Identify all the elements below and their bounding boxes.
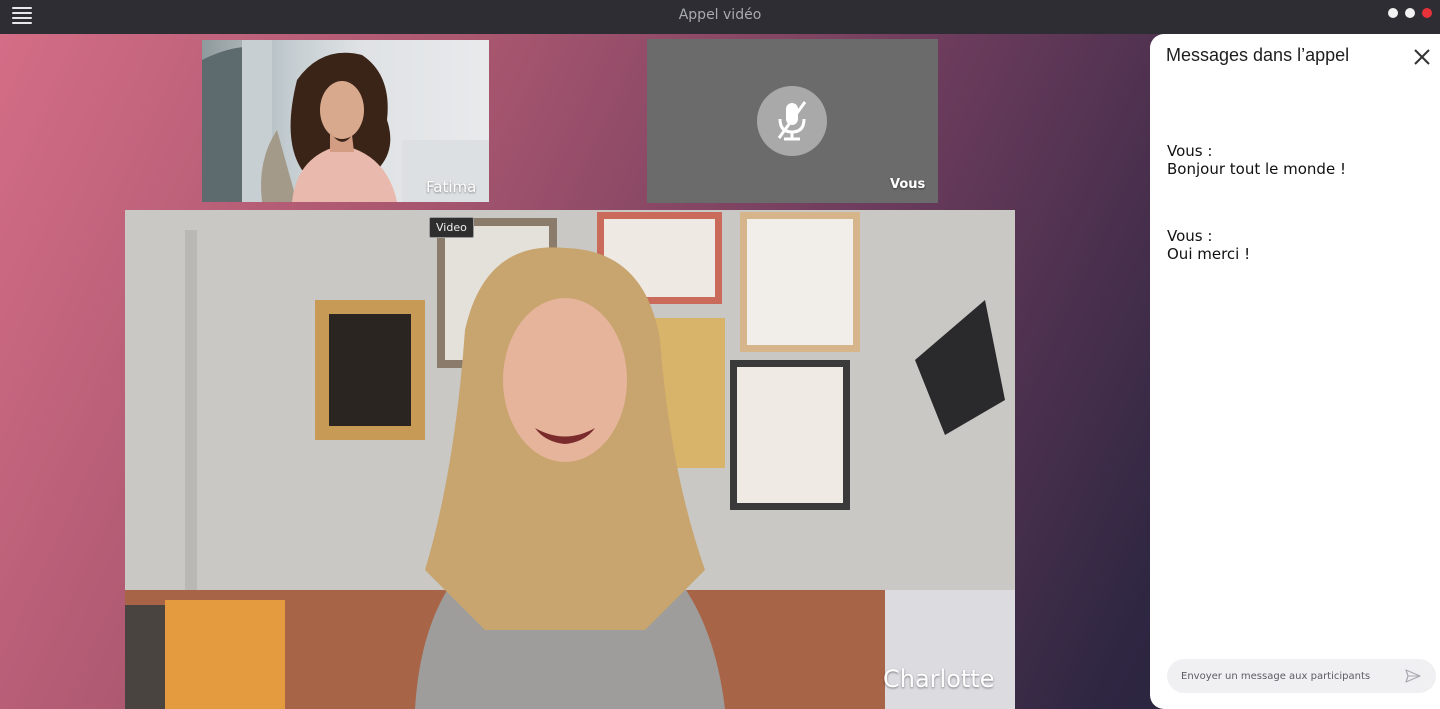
participant-tile-charlotte[interactable]: Charlotte (125, 210, 1015, 709)
window-controls (1388, 8, 1432, 18)
chat-message-author: Vous : (1167, 142, 1213, 160)
chat-title: Messages dans l’appel (1166, 45, 1350, 65)
chat-composer (1167, 659, 1436, 693)
close-icon[interactable] (1412, 47, 1432, 67)
participant-name-you: Vous (890, 177, 926, 192)
title-bar: Appel vidéo (0, 0, 1440, 34)
chat-message: Vous : Oui merci ! (1167, 227, 1250, 263)
send-icon[interactable] (1405, 669, 1421, 683)
window-title: Appel vidéo (678, 7, 762, 23)
participant-name-charlotte: Charlotte (883, 665, 995, 693)
chat-panel: Messages dans l’appel Vous : Bonjour tou… (1150, 34, 1440, 709)
participant-name-fatima: Fatima (426, 178, 477, 196)
charlotte-video-image (125, 210, 1015, 709)
chat-message-text: Bonjour tout le monde ! (1167, 160, 1346, 178)
video-tooltip: Video (429, 217, 474, 238)
chat-message-text: Oui merci ! (1167, 245, 1251, 263)
chat-message: Vous : Bonjour tout le monde ! (1167, 142, 1346, 178)
close-window-button[interactable] (1422, 8, 1432, 18)
microphone-muted-icon (777, 101, 807, 141)
participant-tile-fatima[interactable]: Fatima (202, 40, 489, 202)
participant-tile-you[interactable]: Vous (647, 39, 938, 203)
mute-indicator (757, 86, 827, 156)
maximize-button[interactable] (1405, 8, 1415, 18)
chat-message-input[interactable] (1181, 659, 1396, 693)
chat-message-author: Vous : (1167, 227, 1213, 245)
minimize-button[interactable] (1388, 8, 1398, 18)
